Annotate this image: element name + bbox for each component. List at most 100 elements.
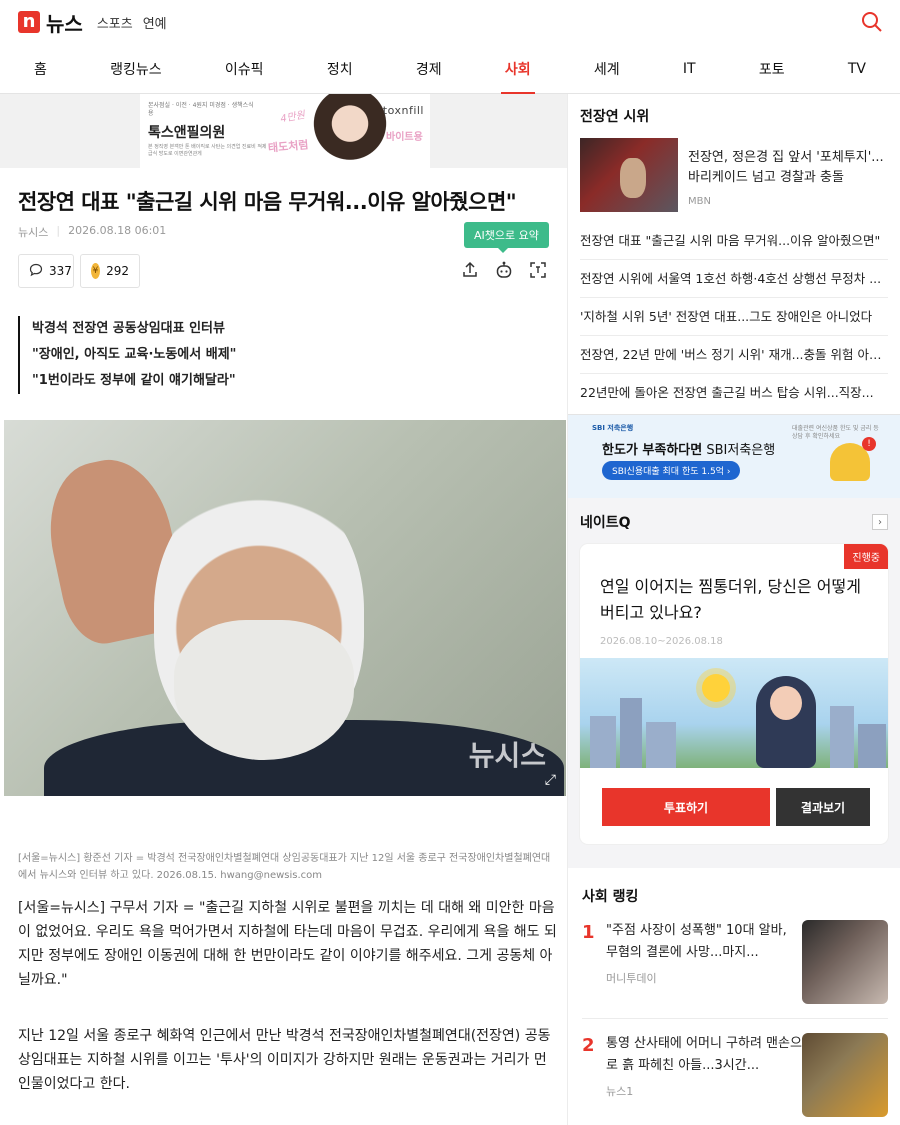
tab-home[interactable]: 홈 <box>34 44 47 94</box>
photo-caption: [서울=뉴시스] 황준선 기자 = 박경석 전국장애인차별철폐연대 상임공동대표… <box>18 853 551 881</box>
rank-source: 머니투데이 <box>606 972 657 985</box>
article-meta: 뉴시스 | 2026.08.18 06:01 <box>18 224 166 240</box>
results-button[interactable]: 결과보기 <box>776 788 870 826</box>
summary-line: "장애인, 아직도 교육·노동에서 배제" <box>32 347 237 362</box>
ad-cta[interactable]: SBI신용대출 최대 한도 1.5억 › <box>602 461 741 480</box>
nateq-title[interactable]: 네이트Q <box>580 512 631 532</box>
share-icon[interactable] <box>460 260 480 280</box>
rank-number: 1 <box>582 922 595 943</box>
ad-brand: SBI 저축은행 <box>592 424 634 432</box>
ad-script-text: 4만원 <box>279 109 306 126</box>
robot-icon[interactable] <box>494 260 514 280</box>
tab-politics[interactable]: 정치 <box>327 44 353 94</box>
text-scan-icon[interactable] <box>528 260 548 280</box>
related-list: 전장연 대표 "출근길 시위 마음 무거워...이유 알아줬으면" 전장연 시위… <box>580 222 888 412</box>
article-tools <box>460 260 548 280</box>
ad-headline-bold: 한도가 부족하다면 <box>602 443 703 458</box>
related-item[interactable]: 전장연 대표 "출근길 시위 마음 무거워...이유 알아줬으면" <box>580 222 888 260</box>
article-paragraph: 지난 12일 서울 종로구 혜화역 인근에서 만난 박경석 전국장애인차별철폐연… <box>18 1028 551 1092</box>
building-illustration <box>646 722 676 768</box>
summary-line: 박경석 전장연 공동상임대표 인터뷰 <box>32 321 225 336</box>
rank-thumbnail <box>802 1033 888 1117</box>
ad-headline: 한도가 부족하다면 SBI저축은행 <box>602 439 775 458</box>
society-ranking: 사회 랭킹 1 "주점 사장이 성폭행" 10대 알바, 무혐의 결론에 사망.… <box>568 868 900 1125</box>
ad-script-text: 바이트용 <box>386 132 423 143</box>
vote-button[interactable]: 투표하기 <box>602 788 770 826</box>
ranking-item[interactable]: 2 통영 산사태에 어머니 구하려 맨손으로 흙 파헤친 아들...3시간...… <box>582 1019 888 1125</box>
photo-beard <box>174 620 354 760</box>
search-icon[interactable] <box>860 10 884 34</box>
ad-brand: toxnfill <box>382 104 424 117</box>
ad-fine-print: 본사점실 · 이전 · 4원지 미경점 · 생책스식용 <box>148 102 254 117</box>
feature-thumbnail <box>580 138 678 212</box>
summary-line: "1번이라도 정부에 같이 얘기해달라" <box>32 373 236 388</box>
chevron-right-icon[interactable]: › <box>872 514 888 530</box>
comment-button[interactable]: 337 <box>18 254 74 288</box>
related-item[interactable]: 22년만에 돌아온 전장연 출근길 버스 탑승 시위...직장... <box>580 374 888 412</box>
tab-society[interactable]: 사회 <box>500 44 535 94</box>
article-photo[interactable]: 뉴시스 ⤢ <box>4 420 566 796</box>
building-illustration <box>858 724 886 768</box>
poll-illustration <box>580 658 888 768</box>
logo-text: 뉴스 <box>46 11 83 36</box>
rank-source: 뉴스1 <box>606 1085 634 1098</box>
sun-illustration <box>702 674 730 702</box>
sbi-ad-banner[interactable]: SBI 저축은행 대출관련 여신상품 한도 및 금리 등 상담 후 확인하세요 … <box>568 414 900 498</box>
logo-mark: n <box>18 11 40 33</box>
bell-icon <box>830 437 876 481</box>
poll-dates: 2026.08.10~2026.08.18 <box>600 636 723 647</box>
tab-photo[interactable]: 포토 <box>759 44 785 94</box>
related-item[interactable]: 전장연 시위에 서울역 1호선 하행·4호선 상행선 무정차 ... <box>580 260 888 298</box>
service-link-sports[interactable]: 스포츠 <box>97 13 133 32</box>
ad-script-text: 태도처럼 <box>267 138 310 155</box>
tab-issuepick[interactable]: 이슈픽 <box>225 44 264 94</box>
article-source: 뉴시스 <box>18 226 49 239</box>
nateq-header: 네이트Q › <box>580 512 888 532</box>
tab-tv[interactable]: TV <box>848 44 866 94</box>
ai-summary-button[interactable]: AI챗으로 요약 <box>464 222 549 253</box>
featured-related-article[interactable]: 전장연, 정은경 집 앞서 '포체투지'...바리케이드 넘고 경찰과 충돌 M… <box>580 138 888 212</box>
meta-divider: | <box>56 224 61 237</box>
ad-creative: 본사점실 · 이전 · 4원지 미경점 · 생책스식용 톡스앤필의원 본 정직영… <box>140 94 430 168</box>
rank-number: 2 <box>582 1035 595 1056</box>
comment-count: 337 <box>49 264 72 278</box>
person-illustration <box>756 676 816 768</box>
expand-icon[interactable]: ⤢ <box>545 772 556 788</box>
service-link-entertainment[interactable]: 연예 <box>143 13 167 32</box>
related-topic-box: 전장연 시위 전장연, 정은경 집 앞서 '포체투지'...바리케이드 넘고 경… <box>568 94 900 414</box>
ranking-item[interactable]: 1 "주점 사장이 성폭행" 10대 알바, 무혐의 결론에 사망...마지..… <box>582 906 888 1019</box>
related-item[interactable]: 전장연, 22년 만에 '버스 정기 시위' 재개...충돌 위험 아찔... <box>580 336 888 374</box>
topic-title[interactable]: 전장연 시위 <box>580 106 888 126</box>
ad-title: 톡스앤필의원 <box>148 125 226 141</box>
category-nav: 홈 랭킹뉴스 이슈픽 정치 경제 사회 세계 IT 포토 TV <box>0 44 900 94</box>
logo[interactable]: n 뉴스 <box>18 8 83 37</box>
coin-icon: ¥ <box>91 263 101 279</box>
rank-thumbnail <box>802 920 888 1004</box>
article-datetime: 2026.08.18 06:01 <box>68 224 167 237</box>
comment-icon <box>29 263 43 280</box>
tab-world[interactable]: 세계 <box>594 44 620 94</box>
article-summary: 박경석 전장연 공동상임대표 인터뷰 "장애인, 아직도 교육·노동에서 배제"… <box>18 316 236 394</box>
poll-card: 진행중 연일 이어지는 찜통더위, 당신은 어떻게 버티고 있나요? 2026.… <box>580 544 888 844</box>
like-count: 292 <box>106 264 129 278</box>
article-column: 본사점실 · 이전 · 4원지 미경점 · 생책스식용 톡스앤필의원 본 정직영… <box>0 94 568 1125</box>
tab-it[interactable]: IT <box>683 44 696 94</box>
ad-disclaimer: 본 정직영 본객만 톤 배이킥로 사탄는 의견업 진료비 적제급식 방도로 이면… <box>148 144 267 157</box>
top-bar: n 뉴스 스포츠 연예 <box>0 0 900 44</box>
ad-model-image <box>310 94 390 168</box>
tab-economy[interactable]: 경제 <box>416 44 442 94</box>
sidebar: 전장연 시위 전장연, 정은경 집 앞서 '포체투지'...바리케이드 넘고 경… <box>568 94 900 1125</box>
feature-source: MBN <box>688 196 711 207</box>
nateq-section: 네이트Q › 진행중 연일 이어지는 찜통더위, 당신은 어떻게 버티고 있나요… <box>568 498 900 858</box>
top-ad-banner[interactable]: 본사점실 · 이전 · 4원지 미경점 · 생책스식용 톡스앤필의원 본 정직영… <box>0 94 567 168</box>
building-illustration <box>830 706 854 768</box>
rank-body: 통영 산사태에 어머니 구하려 맨손으로 흙 파헤친 아들...3시간... 뉴… <box>600 1033 802 1117</box>
article-paragraph: [서울=뉴시스] 구무서 기자 = "출근길 지하철 시위로 불편을 끼치는 데… <box>18 900 557 988</box>
like-button[interactable]: ¥ 292 <box>80 254 140 288</box>
poll-question[interactable]: 연일 이어지는 찜통더위, 당신은 어떻게 버티고 있나요? <box>600 574 870 626</box>
related-item[interactable]: '지하철 시위 5년' 전장연 대표...그도 장애인은 아니었다 <box>580 298 888 336</box>
tab-ranking[interactable]: 랭킹뉴스 <box>110 44 162 94</box>
article-title: 전장연 대표 "출근길 시위 마음 무거워...이유 알아줬으면" <box>18 190 517 214</box>
feature-text: 전장연, 정은경 집 앞서 '포체투지'...바리케이드 넘고 경찰과 충돌 M… <box>688 138 888 212</box>
ranking-title[interactable]: 사회 랭킹 <box>582 886 888 906</box>
